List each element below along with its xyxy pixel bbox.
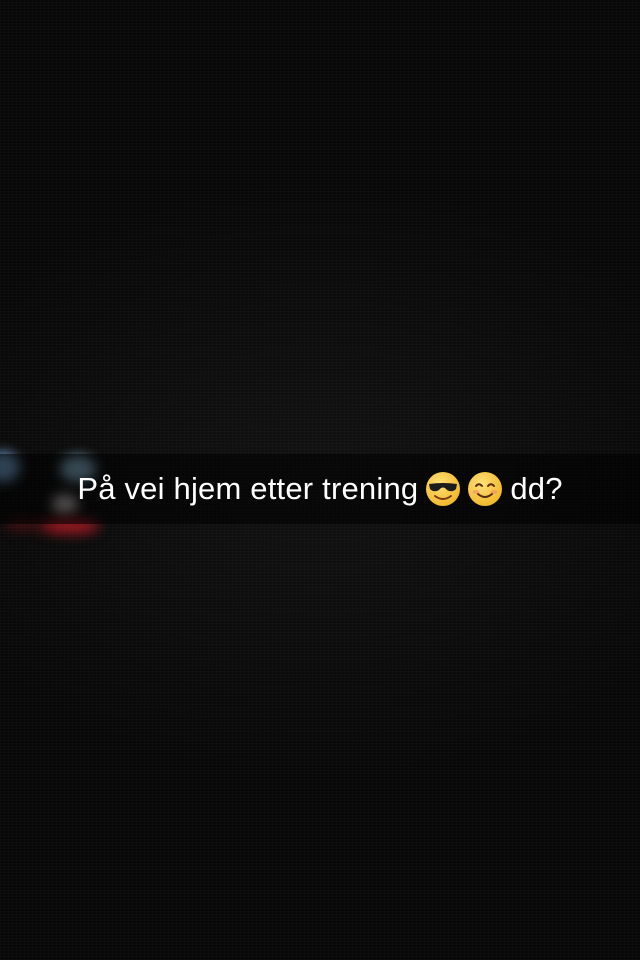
caption-text-main: På vei hjem etter trening: [77, 471, 419, 506]
smiling-face-icon: [468, 472, 503, 506]
caption-bar[interactable]: På vei hjem etter trening dd?: [0, 454, 640, 524]
caption-text-suffix: dd?: [510, 471, 563, 506]
caption-text: På vei hjem etter trening dd?: [73, 471, 566, 507]
smiling-face-with-sunglasses-icon: [426, 472, 461, 506]
